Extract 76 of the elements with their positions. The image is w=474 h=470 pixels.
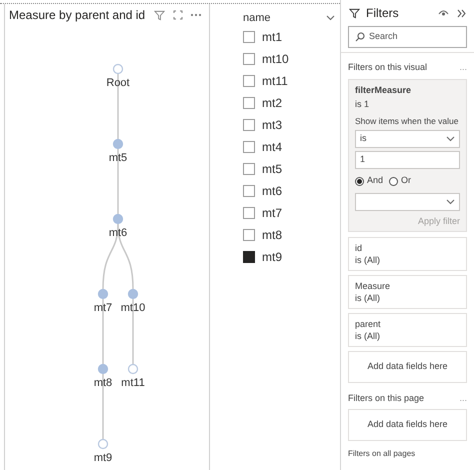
slicer-item-label[interactable]: mt10 — [262, 50, 289, 68]
tree-node[interactable] — [112, 214, 124, 224]
tree-node[interactable] — [128, 288, 138, 300]
slicer-item-label[interactable]: mt1 — [262, 28, 282, 46]
filter-prompt: Show items when the value — [355, 116, 460, 127]
radio-button[interactable] — [389, 176, 398, 186]
filter-card[interactable]: parent is (All) — [348, 313, 467, 347]
focus-mode-icon[interactable] — [173, 10, 183, 20]
chevron-down-icon — [446, 136, 455, 142]
checkbox[interactable] — [243, 97, 255, 109]
section-heading: Filters on this page — [348, 392, 424, 406]
section-heading: Filters on this visual — [348, 61, 428, 74]
checkbox[interactable] — [243, 163, 255, 175]
filter-field-name: filterMeasure — [355, 85, 412, 96]
radio-label: Or — [401, 174, 412, 188]
filter-icon[interactable] — [154, 10, 165, 20]
chevron-down-icon — [446, 199, 455, 205]
node-label: mt9 — [94, 453, 112, 464]
search-field[interactable]: Search — [348, 26, 467, 48]
filter-field-name: id — [355, 242, 364, 254]
node-label: Root — [106, 78, 130, 89]
checkbox[interactable] — [243, 207, 255, 219]
slicer-item-label[interactable]: mt8 — [262, 226, 282, 244]
filter-card[interactable]: Measure is (All) — [348, 275, 467, 309]
filter-summary: is (All) — [355, 254, 381, 266]
checkbox[interactable] — [243, 75, 255, 87]
slicer-header: name — [243, 10, 271, 26]
tree-node[interactable] — [98, 438, 108, 450]
node-label: mt10 — [120, 303, 146, 314]
slicer-item-label[interactable]: mt5 — [262, 160, 282, 178]
slicer-item-label[interactable]: mt3 — [262, 116, 282, 134]
slicer-item-label[interactable]: mt4 — [262, 138, 282, 156]
operator-dropdown[interactable]: is — [355, 130, 460, 148]
tree-node[interactable] — [98, 364, 108, 374]
visual-title: Measure by parent and id — [9, 7, 146, 24]
filter-summary: is (All) — [355, 292, 381, 304]
checkbox[interactable] — [243, 119, 255, 131]
node-label: mt11 — [121, 378, 145, 389]
node-label: mt5 — [108, 153, 128, 164]
search-placeholder: Search — [369, 30, 398, 44]
radio-label: And — [367, 174, 384, 188]
slicer-item-label[interactable]: mt6 — [262, 182, 282, 200]
node-label: mt6 — [108, 228, 128, 239]
slicer-item-label[interactable]: mt9 — [262, 248, 282, 266]
eye-icon[interactable] — [438, 9, 449, 17]
tree-node[interactable] — [98, 288, 108, 300]
search-icon — [355, 32, 365, 42]
node-label: mt7 — [94, 303, 112, 314]
node-label: mt8 — [94, 378, 112, 389]
tree-node[interactable] — [112, 64, 124, 74]
filter-summary: is 1 — [355, 99, 370, 110]
checkbox[interactable] — [243, 31, 255, 43]
filter-field-name: parent — [355, 318, 382, 330]
slicer-item-label[interactable]: mt11 — [262, 72, 288, 90]
section-heading: Filters on all pages — [348, 449, 416, 459]
filter-field-name: Measure — [355, 280, 392, 292]
drop-zone[interactable]: Add data fields here — [348, 351, 467, 383]
checkbox[interactable] — [243, 141, 255, 153]
tree-node[interactable] — [112, 138, 124, 150]
filter-card[interactable]: id is (All) — [348, 237, 467, 271]
slicer-item-label[interactable]: mt7 — [262, 204, 282, 222]
checkbox[interactable] — [243, 251, 255, 263]
chevron-down-icon — [326, 15, 335, 21]
value-field[interactable]: 1 — [355, 151, 460, 169]
filter-icon — [349, 8, 360, 18]
dropdown[interactable] — [355, 193, 460, 211]
filter-summary: is (All) — [355, 330, 381, 342]
checkbox[interactable] — [243, 53, 255, 65]
tree-node[interactable] — [128, 364, 138, 374]
radio-button[interactable] — [355, 176, 364, 186]
drop-zone[interactable]: Add data fields here — [348, 409, 467, 441]
checkbox[interactable] — [243, 229, 255, 241]
slicer-item-label[interactable]: mt2 — [262, 94, 282, 112]
collapse-pane-icon[interactable] — [457, 8, 466, 18]
pane-title: Filters — [366, 5, 399, 22]
checkbox[interactable] — [243, 185, 255, 197]
